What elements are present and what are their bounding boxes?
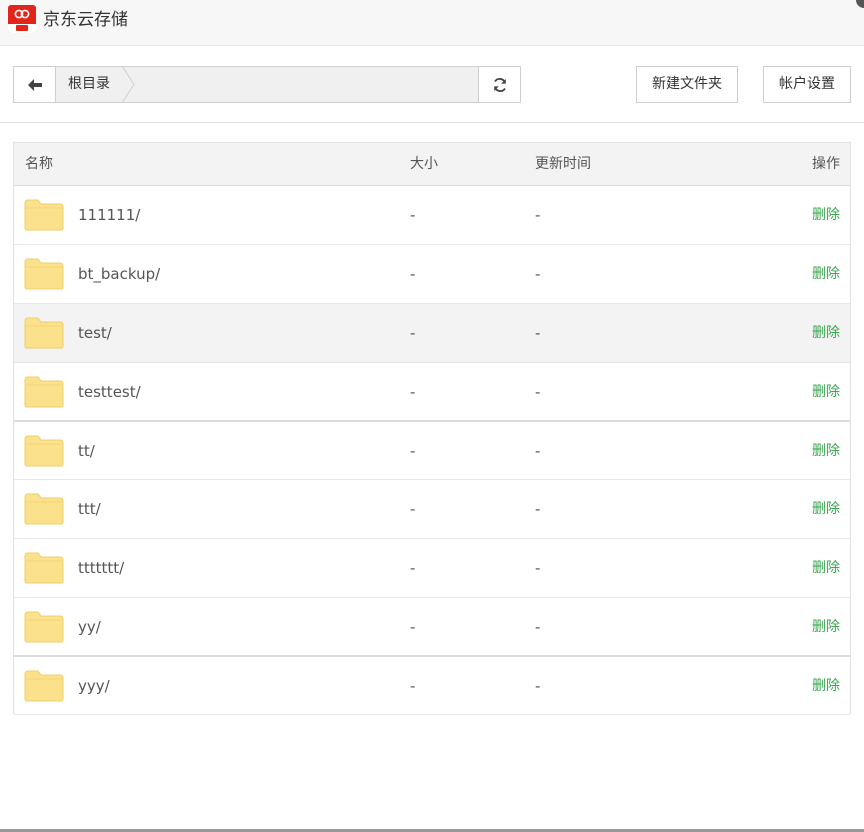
file-size: - [410,324,416,342]
delete-link[interactable]: 删除 [812,186,840,244]
file-name[interactable]: test/ [78,304,112,362]
file-size: - [410,677,416,695]
table-row[interactable]: yyy/ - - 删除 [14,657,850,715]
header-name[interactable]: 名称 [25,143,53,185]
arrow-left-icon [28,79,42,91]
folder-icon [24,376,64,408]
header-mtime[interactable]: 更新时间 [535,143,591,185]
account-settings-button[interactable]: 帐户设置 [763,66,851,103]
file-name[interactable]: yy/ [78,598,101,656]
header-size[interactable]: 大小 [410,143,438,185]
file-mtime: - [535,442,541,460]
file-size: - [410,265,416,283]
table-row[interactable]: 111111/ - - 删除 [14,186,850,245]
file-name[interactable]: 111111/ [78,186,140,244]
table-row[interactable]: bt_backup/ - - 删除 [14,245,850,304]
refresh-icon [494,78,506,92]
folder-icon [24,317,64,349]
title-bar: 京东云存储 [0,0,864,46]
path-bar: 根目录 [13,66,521,103]
delete-link[interactable]: 删除 [812,245,840,303]
delete-link[interactable]: 删除 [812,598,840,656]
file-name[interactable]: ttttttt/ [78,539,124,597]
toolbar: 根目录 新建文件夹 帐户设置 [0,46,864,123]
delete-link[interactable]: 删除 [812,422,840,480]
delete-link[interactable]: 删除 [812,539,840,597]
file-size: - [410,442,416,460]
file-mtime: - [535,265,541,283]
folder-icon [24,611,64,643]
file-size: - [410,500,416,518]
file-name[interactable]: yyy/ [78,657,110,715]
breadcrumb-separator-icon [122,66,135,103]
file-name[interactable]: bt_backup/ [78,245,160,303]
table-row[interactable]: ttt/ - - 删除 [14,480,850,539]
file-mtime: - [535,500,541,518]
file-mtime: - [535,324,541,342]
file-mtime: - [535,677,541,695]
folder-icon [24,552,64,584]
file-mtime: - [535,383,541,401]
refresh-button[interactable] [478,67,520,102]
file-size: - [410,383,416,401]
file-name[interactable]: testtest/ [78,363,141,421]
delete-link[interactable]: 删除 [812,304,840,362]
file-size: - [410,206,416,224]
folder-icon [24,435,64,467]
table-row[interactable]: test/ - - 删除 [14,304,850,363]
delete-link[interactable]: 删除 [812,480,840,538]
folder-icon [24,670,64,702]
back-button[interactable] [14,67,56,102]
window-corner-icon [856,0,864,8]
folder-icon [24,199,64,231]
table-row[interactable]: yy/ - - 删除 [14,598,850,657]
file-name[interactable]: tt/ [78,422,95,480]
folder-icon [24,493,64,525]
file-mtime: - [535,206,541,224]
delete-link[interactable]: 删除 [812,363,840,421]
table-row[interactable]: testtest/ - - 删除 [14,363,850,422]
folder-icon [24,258,64,290]
table-row[interactable]: ttttttt/ - - 删除 [14,539,850,598]
file-name[interactable]: ttt/ [78,480,101,538]
table-header: 名称 大小 更新时间 操作 [14,143,850,186]
file-size: - [410,618,416,636]
file-size: - [410,559,416,577]
header-action: 操作 [812,156,840,172]
file-table: 名称 大小 更新时间 操作 111111/- - 删除 bt_backup/- - 删除 t… [13,142,851,715]
new-folder-button[interactable]: 新建文件夹 [636,66,738,103]
jdcloud-logo-icon [8,5,36,33]
file-mtime: - [535,618,541,636]
delete-link[interactable]: 删除 [812,657,840,715]
app-title: 京东云存储 [43,10,128,30]
file-mtime: - [535,559,541,577]
breadcrumb-root[interactable]: 根目录 [56,67,122,102]
table-row[interactable]: tt/ - - 删除 [14,422,850,480]
